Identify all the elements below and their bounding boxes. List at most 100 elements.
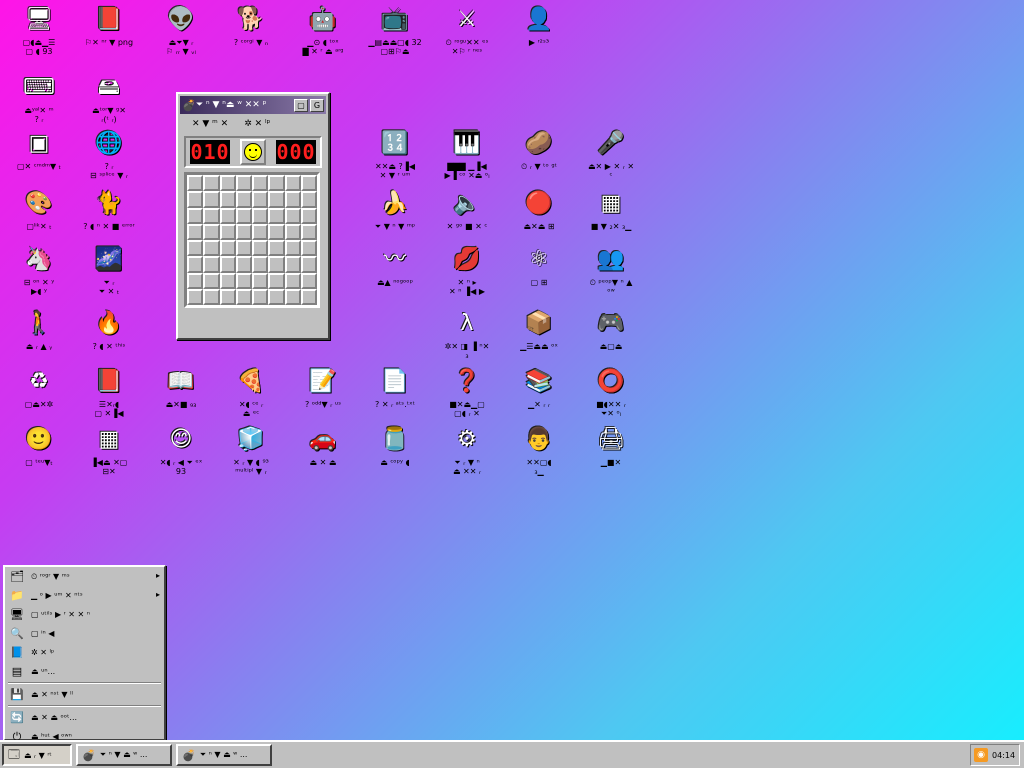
mine-cell[interactable] <box>300 223 317 240</box>
desktop-icon[interactable]: 🔴 ⏏✕⏏ ⊞ <box>506 188 572 246</box>
desktop-icon[interactable]: 📕 ☰✕ᵣ◖ ▢ ✕▐◀ <box>76 366 142 424</box>
desktop-icon[interactable]: 🖨 ▁■✕ <box>578 424 644 482</box>
desktop-icon[interactable]: 🎨 ▢ˡⁱᵏ✕ ₜ <box>6 188 72 246</box>
mine-cell[interactable] <box>300 207 317 224</box>
mine-cell[interactable] <box>203 223 220 240</box>
mine-cell[interactable] <box>284 256 301 273</box>
mine-cell[interactable] <box>235 175 252 192</box>
mine-cell[interactable] <box>268 272 285 289</box>
menu-game[interactable]: ✕ ▼ ᵐ ✕ <box>192 119 228 129</box>
mine-cell[interactable] <box>268 175 285 192</box>
mine-cell[interactable] <box>300 175 317 192</box>
mine-cell[interactable] <box>284 223 301 240</box>
smiley-reset-button[interactable] <box>240 139 266 165</box>
start-menu-item-programs[interactable]: 🗂 ⏲ ʳᵒᵍʳ ▼ ᵐˢ ▸ <box>5 567 164 586</box>
desktop-icon[interactable]: 📕 ⚐✕ ⁿʳ ▼ png <box>76 4 142 62</box>
desktop-icon[interactable]: ▣ ▢✕ ᶜᵐᵈᵐ▼ ₜ <box>6 128 72 186</box>
mine-cell[interactable] <box>187 207 204 224</box>
desktop-icon[interactable]: ⌨ ⏏ʸᵃˡ✕ ᵐ ? ᵣ <box>6 72 72 130</box>
mine-cell[interactable] <box>187 223 204 240</box>
mine-cell[interactable] <box>252 288 269 305</box>
desktop-icon[interactable]: 🔢 ✕✕⏏ ?▐◀ ✕ ▼ ʳ ᵘᵐ <box>362 128 428 186</box>
mine-cell[interactable] <box>300 256 317 273</box>
close-button[interactable]: G <box>310 98 324 112</box>
mine-cell[interactable] <box>235 207 252 224</box>
start-menu-item-help[interactable]: 📘 ✲ ✕ ˡᵖ <box>5 643 164 662</box>
mine-cell[interactable] <box>252 272 269 289</box>
mine-cell[interactable] <box>300 240 317 257</box>
mine-cell[interactable] <box>203 191 220 208</box>
mine-cell[interactable] <box>187 256 204 273</box>
desktop-icon[interactable]: 🔈 ✕ ᵍᵒ ■ ✕ ᶜ <box>434 188 500 246</box>
desktop-icon[interactable]: 🎤 ⏏✕ ▶ ✕ ᵣ ✕ ᶜ <box>578 128 644 186</box>
desktop-icon[interactable]: 🐕 ? ᶜᵒʳᵍⁱ ▼ ₙ <box>218 4 284 62</box>
mine-cell[interactable] <box>284 288 301 305</box>
mine-cell[interactable] <box>187 288 204 305</box>
mine-cell[interactable] <box>219 175 236 192</box>
mine-cell[interactable] <box>268 223 285 240</box>
mine-cell[interactable] <box>284 240 301 257</box>
mine-cell[interactable] <box>219 256 236 273</box>
mine-cell[interactable] <box>219 240 236 257</box>
desktop-icon[interactable]: 🐈 ? ◖ ⁿ ✕ ■ ᵉʳʳᵒʳ <box>76 188 142 246</box>
desktop-icon[interactable]: 🖴 ⏏ᵗᵒʳ▼ ᵍ✕ ᵣ(ᵗ ᵣ) <box>76 72 142 130</box>
start-menu-item-install[interactable]: 💾 ⏏ ✕ ⁿˢᵗ ▼ ˡˡ <box>5 685 164 704</box>
mine-cell[interactable] <box>268 256 285 273</box>
desktop-icon[interactable]: 👤 ▶ ʳ²ˢ³ <box>506 4 572 62</box>
desktop-icon[interactable]: 👽 ⏏⏷▼ ᵣ ⚐ ᵣᵣ ▼ ᵥₗ <box>148 4 214 62</box>
task-button-minesweeper-2[interactable]: 💣 ⏷ ⁿ ▼ ⏏ ʷ ... <box>176 744 272 766</box>
start-menu-item-find[interactable]: 🔍 ▢ ⁱⁿ ◀ <box>5 624 164 643</box>
mine-cell[interactable] <box>219 207 236 224</box>
mine-cell[interactable] <box>203 288 220 305</box>
mine-cell[interactable] <box>187 272 204 289</box>
desktop-icon[interactable]: ♻ ▢⏏✕✲ <box>6 366 72 424</box>
desktop-icon[interactable]: 🔥 ? ◖ ✕ ᵗʰⁱˢ <box>76 308 142 366</box>
desktop-icon[interactable]: 🦄 ⊟ ᵒⁿ ✕ ʸ ▶◖ ʸ <box>6 244 72 302</box>
minimize-button[interactable]: ▢ <box>294 98 308 112</box>
mine-cell[interactable] <box>219 272 236 289</box>
start-menu-item-reboot[interactable]: 🔄 ⏏ ✕ ⏏ ᵒᵒᵗ... <box>5 708 164 727</box>
desktop-icon[interactable]: 🚗 ⏏ ✕ ⏏ <box>290 424 356 482</box>
mine-cell[interactable] <box>300 288 317 305</box>
desktop-icon[interactable]: ▦ ▐◀⏏ ✕▢ ⊟✕ <box>76 424 142 482</box>
mine-cell[interactable] <box>300 272 317 289</box>
desktop-icon[interactable]: 🥔 ⏲ ᵣ ▼ ᵗᵒ ᵍᵗ <box>506 128 572 186</box>
mine-cell[interactable] <box>235 223 252 240</box>
desktop-icon[interactable]: 🌌 ⏷ ᵣ ⏷ ✕ ₜ <box>76 244 142 302</box>
menu-help[interactable]: ✲ ✕ ˡᵖ <box>244 119 270 129</box>
mine-cell[interactable] <box>203 272 220 289</box>
mine-cell[interactable] <box>252 223 269 240</box>
mine-cell[interactable] <box>268 207 285 224</box>
desktop-icon[interactable]: 😊 ✕◖ ᵣ ◀ ⏷ ᵉˣ 93 <box>148 424 214 482</box>
desktop-icon[interactable]: 🤖 ▁⊙ ◖ ᵗᵒˣ ▇ ✕ ʳ ⏏ ᵃʳᵍ <box>290 4 356 62</box>
minesweeper-window[interactable]: 💣 ⏷ ⁿ ▼ ⁿ⏏ ʷ ✕✕ ᵖ ▢ G ✕ ▼ ᵐ ✕ ✲ ✕ ˡᵖ 010… <box>176 92 330 340</box>
mine-cell[interactable] <box>235 240 252 257</box>
desktop-icon[interactable]: 📺 ▁▤⏏⏏▢◖ 32 ▢⊞⚐⏏ <box>362 4 428 62</box>
desktop-icon[interactable]: 🌐 ? ᵣ ⊟ ˢᵖˡⁱᶜᵉ ▼ ᵣ <box>76 128 142 186</box>
desktop-icon[interactable]: 📝 ? ᵒᵈᵈ▼ ᵣ ᵘˢ <box>290 366 356 424</box>
mine-cell[interactable] <box>235 191 252 208</box>
desktop-icon[interactable]: 🍕 ✕◖ ᶜᵉ ᵣ ⏏ ᵉᶜ <box>218 366 284 424</box>
rss-feed-icon[interactable]: ◉ <box>974 748 988 762</box>
mine-cell[interactable] <box>284 175 301 192</box>
mine-cell[interactable] <box>219 223 236 240</box>
desktop-icon[interactable]: 📖 ⏏✕■ ₉₃ <box>148 366 214 424</box>
desktop-icon[interactable]: λ ✲✕ ◨ ▐ ⁿ✕ ₃ <box>434 308 500 366</box>
desktop-icon[interactable]: 📚 ▁✕ ᵣ ᵣ <box>506 366 572 424</box>
mine-cell[interactable] <box>252 191 269 208</box>
mine-cell[interactable] <box>284 272 301 289</box>
desktop-icon[interactable]: 👨 ✕✕▢◖ ₃▁ <box>506 424 572 482</box>
desktop-icon[interactable]: ▦ ■ ▼ ₂✕ ₃▁ <box>578 188 644 246</box>
mine-cell[interactable] <box>252 207 269 224</box>
desktop-icon[interactable]: 📦 ▁☰⏏⏏ ᵒˣ <box>506 308 572 366</box>
mine-cell[interactable] <box>187 175 204 192</box>
mine-cell[interactable] <box>235 288 252 305</box>
mine-cell[interactable] <box>252 240 269 257</box>
clock[interactable]: 04:14 <box>992 751 1015 760</box>
mine-cell[interactable] <box>203 207 220 224</box>
desktop-icon[interactable]: 💋 ✕ ⁿ ▸ ✕ ⁿ ▐◀ ▶ <box>434 244 500 302</box>
mine-cell[interactable] <box>235 256 252 273</box>
mine-cell[interactable] <box>284 207 301 224</box>
mine-cell[interactable] <box>300 191 317 208</box>
task-button-minesweeper[interactable]: 💣 ⏷ ⁿ ▼ ⏏ ʷ ... <box>76 744 172 766</box>
